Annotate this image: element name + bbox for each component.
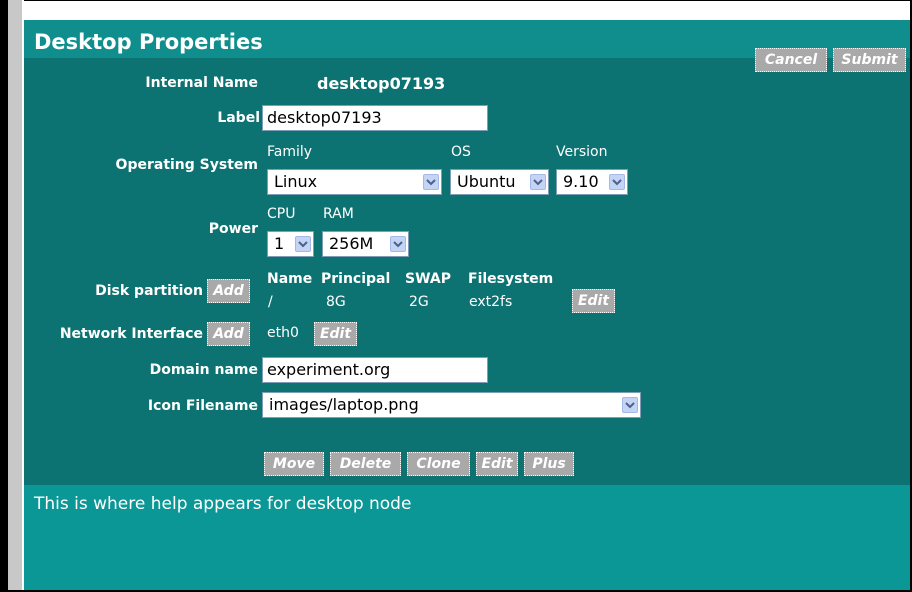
disk-col-principal: Principal xyxy=(321,271,391,287)
side-bar xyxy=(8,0,22,590)
domain-name-input[interactable]: experiment.org xyxy=(262,357,488,383)
ram-select[interactable]: 256M xyxy=(322,231,409,257)
add-network-interface-button[interactable]: Add xyxy=(207,322,250,346)
cpu-caption: CPU xyxy=(267,206,296,222)
disk-col-filesystem: Filesystem xyxy=(468,271,554,287)
version-select-value: 9.10 xyxy=(563,172,599,191)
cpu-select-value: 1 xyxy=(274,234,285,253)
internal-name-label: Internal Name xyxy=(145,75,258,91)
clone-button[interactable]: Clone xyxy=(407,452,470,476)
move-button[interactable]: Move xyxy=(264,452,324,476)
disk-col-name: Name xyxy=(267,271,313,287)
internal-name-value: desktop07193 xyxy=(317,74,446,93)
icon-filename-label: Icon Filename xyxy=(147,398,258,414)
os-select-value: Ubuntu xyxy=(457,172,516,191)
ram-caption: RAM xyxy=(323,206,354,222)
help-text: This is where help appears for desktop n… xyxy=(34,494,412,514)
family-caption: Family xyxy=(267,144,313,160)
disk-partition-label: Disk partition xyxy=(95,283,203,299)
label-field-label: Label xyxy=(217,110,260,126)
disk-row-filesystem: ext2fs xyxy=(469,294,513,310)
edit-network-interface-button[interactable]: Edit xyxy=(314,322,357,346)
os-caption: OS xyxy=(451,144,471,160)
power-label: Power xyxy=(208,221,258,237)
os-select[interactable]: Ubuntu xyxy=(450,169,549,195)
chevron-down-icon xyxy=(390,236,406,252)
icon-filename-select-value: images/laptop.png xyxy=(269,395,419,414)
label-input[interactable]: desktop07193 xyxy=(262,105,488,131)
disk-row-name: / xyxy=(268,294,273,310)
plus-button[interactable]: Plus xyxy=(524,452,574,476)
submit-button[interactable]: Submit xyxy=(833,48,906,72)
frame-top xyxy=(22,0,912,1)
network-interface-label: Network Interface xyxy=(59,326,203,342)
stage: Desktop Properties Cancel Submit Interna… xyxy=(0,0,912,592)
add-disk-partition-button[interactable]: Add xyxy=(207,279,250,303)
cpu-select[interactable]: 1 xyxy=(267,231,314,257)
frame-left xyxy=(0,0,8,592)
icon-filename-select[interactable]: images/laptop.png xyxy=(262,392,641,418)
ram-select-value: 256M xyxy=(329,234,374,253)
chevron-down-icon xyxy=(295,236,311,252)
edit-disk-partition-button[interactable]: Edit xyxy=(572,289,615,313)
version-caption: Version xyxy=(556,144,608,160)
cancel-button[interactable]: Cancel xyxy=(755,48,827,72)
disk-row-principal: 8G xyxy=(326,294,346,310)
family-select[interactable]: Linux xyxy=(267,169,442,195)
version-select[interactable]: 9.10 xyxy=(556,169,628,195)
disk-col-swap: SWAP xyxy=(405,271,451,287)
network-interface-name: eth0 xyxy=(267,325,299,341)
delete-button[interactable]: Delete xyxy=(330,452,401,476)
page-title: Desktop Properties xyxy=(34,30,263,54)
operating-system-label: Operating System xyxy=(115,157,258,173)
disk-row-swap: 2G xyxy=(409,294,429,310)
chevron-down-icon xyxy=(609,174,625,190)
edit-button[interactable]: Edit xyxy=(476,452,518,476)
domain-name-label: Domain name xyxy=(149,362,258,378)
chevron-down-icon xyxy=(423,174,439,190)
chevron-down-icon xyxy=(622,397,638,413)
family-select-value: Linux xyxy=(274,172,318,191)
chevron-down-icon xyxy=(530,174,546,190)
